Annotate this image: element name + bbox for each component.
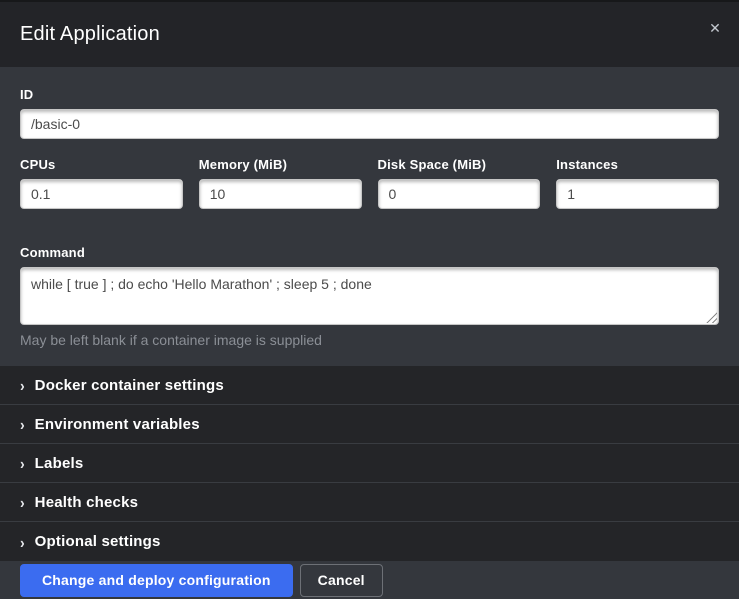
modal-footer: Change and deploy configuration Cancel [0,561,739,599]
modal-title: Edit Application [20,23,160,46]
modal-body: ID CPUs Memory (MiB) Disk Space (MiB) In… [0,67,739,366]
instances-label: Instances [556,157,719,172]
cpus-field-group: CPUs [20,157,183,209]
collapsible-sections: › Docker container settings › Environmen… [0,366,739,561]
section-label: Optional settings [35,533,161,550]
instances-input[interactable] [556,179,719,209]
memory-field-group: Memory (MiB) [199,157,362,209]
cancel-button[interactable]: Cancel [300,564,383,597]
section-labels[interactable]: › Labels [0,444,739,483]
cpus-input[interactable] [20,179,183,209]
memory-label: Memory (MiB) [199,157,362,172]
section-docker-container-settings[interactable]: › Docker container settings [0,366,739,405]
section-label: Labels [35,455,84,472]
change-and-deploy-button[interactable]: Change and deploy configuration [20,564,293,597]
section-label: Environment variables [35,416,200,433]
close-icon[interactable]: ✕ [705,18,725,38]
disk-label: Disk Space (MiB) [378,157,541,172]
command-field-group: Command while [ true ] ; do echo 'Hello … [20,245,719,348]
id-label: ID [20,87,719,102]
chevron-right-icon: › [20,377,25,393]
id-input[interactable] [20,109,719,139]
chevron-right-icon: › [20,455,25,471]
chevron-right-icon: › [20,533,25,549]
section-label: Docker container settings [35,377,224,394]
command-textarea-wrap: while [ true ] ; do echo 'Hello Marathon… [20,267,719,325]
cpus-label: CPUs [20,157,183,172]
disk-input[interactable] [378,179,541,209]
command-label: Command [20,245,719,260]
memory-input[interactable] [199,179,362,209]
section-environment-variables[interactable]: › Environment variables [0,405,739,444]
disk-field-group: Disk Space (MiB) [378,157,541,209]
chevron-right-icon: › [20,416,25,432]
instances-field-group: Instances [556,157,719,209]
chevron-right-icon: › [20,494,25,510]
section-optional-settings[interactable]: › Optional settings [0,522,739,561]
command-textarea[interactable]: while [ true ] ; do echo 'Hello Marathon… [20,267,719,325]
resources-row: CPUs Memory (MiB) Disk Space (MiB) Insta… [20,157,719,227]
modal-header: Edit Application ✕ [0,0,739,67]
section-label: Health checks [35,494,138,511]
id-field-group: ID [20,87,719,139]
section-health-checks[interactable]: › Health checks [0,483,739,522]
command-help-text: May be left blank if a container image i… [20,332,719,348]
edit-application-modal: Edit Application ✕ ID CPUs Memory (MiB) … [0,0,739,599]
